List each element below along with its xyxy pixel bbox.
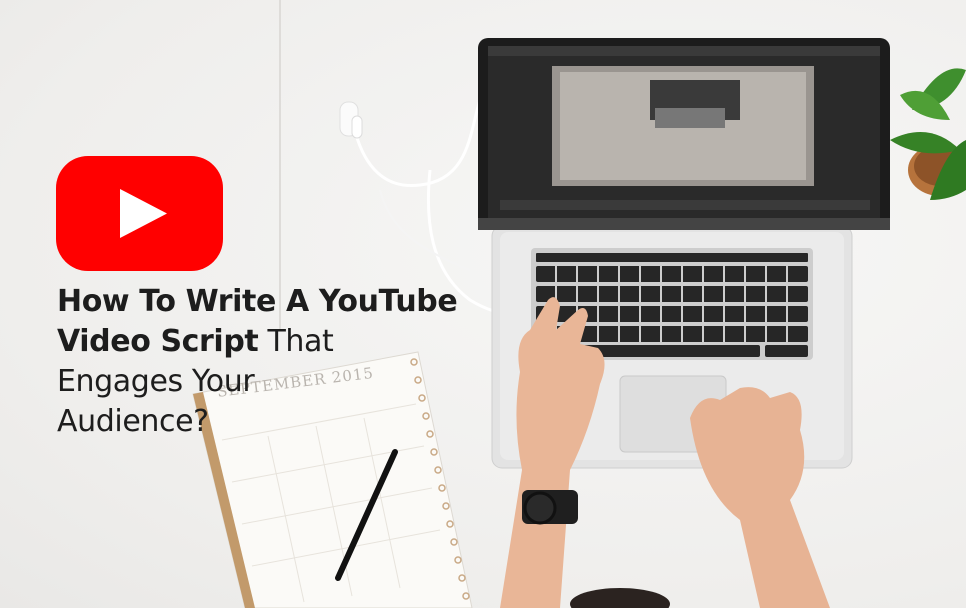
plant xyxy=(890,68,966,200)
headline: How To Write A YouTube Video Script That… xyxy=(57,282,497,442)
headline-line-1: How To Write A YouTube xyxy=(57,284,458,319)
headline-line-3: Engages Your xyxy=(57,364,255,399)
blog-banner: SEPTEMBER 2015 How To Write A YouTube Vi… xyxy=(0,0,966,608)
headline-line-2-bold: Video Script xyxy=(57,324,259,359)
youtube-play-icon xyxy=(56,156,223,271)
earphones xyxy=(339,99,497,313)
headline-line-2-light: That xyxy=(258,324,334,359)
headline-line-4: Audience? xyxy=(57,404,209,439)
